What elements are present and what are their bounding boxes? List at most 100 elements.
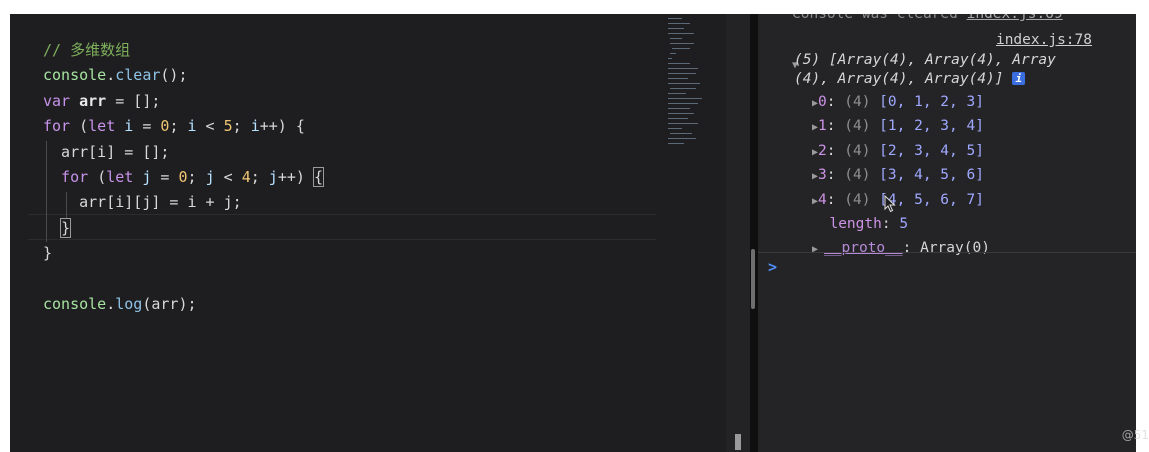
code-token: ++) { bbox=[259, 117, 305, 136]
minimap-line bbox=[668, 113, 694, 114]
entry-count: (4) bbox=[844, 94, 871, 110]
minimap-line bbox=[668, 143, 684, 144]
code-token: ( bbox=[79, 117, 89, 136]
code-token: ++) bbox=[277, 167, 314, 186]
code-line[interactable]: for (let i = 0; i < 5; i++) { bbox=[43, 114, 323, 139]
minimap-line bbox=[668, 108, 690, 109]
code-line[interactable]: console.clear(); bbox=[43, 63, 323, 88]
code-token: < bbox=[214, 167, 242, 186]
proto-value: Array(0) bbox=[920, 240, 990, 257]
code-token: console bbox=[43, 66, 107, 85]
entry-index: 1 bbox=[818, 118, 827, 135]
code-line[interactable] bbox=[43, 267, 323, 292]
minimap-line bbox=[668, 58, 672, 59]
array-entry[interactable]: ▶1: (4) [1, 2, 3, 4] bbox=[812, 114, 990, 138]
code-token: 5 bbox=[223, 117, 233, 136]
minimap-line bbox=[668, 78, 688, 79]
code-line[interactable]: console.log(arr); bbox=[43, 292, 323, 317]
entry-spacer bbox=[870, 94, 879, 110]
code-token: i bbox=[124, 117, 134, 136]
code-token: . bbox=[106, 66, 116, 85]
code-token: log bbox=[115, 294, 143, 313]
code-line[interactable]: } bbox=[43, 216, 323, 241]
code-token: arr[i] = []; bbox=[43, 142, 170, 161]
devtools-console[interactable]: Console was cleared index.js:69 index.js… bbox=[758, 14, 1136, 452]
code-token: let bbox=[106, 167, 143, 186]
code-token: 4 bbox=[241, 167, 251, 186]
code-token: // 多维数组 bbox=[43, 41, 131, 59]
console-prompt-icon[interactable]: > bbox=[768, 258, 777, 276]
code-token: } bbox=[43, 244, 53, 263]
array-proto[interactable]: ▶ __proto__: Array(0) bbox=[812, 236, 990, 260]
cleared-text: Console was cleared bbox=[792, 14, 958, 22]
minimap-line bbox=[668, 63, 690, 64]
code-token: j bbox=[205, 167, 215, 186]
array-entry[interactable]: ▶0: (4) [0, 1, 2, 3] bbox=[812, 90, 990, 114]
info-icon[interactable]: i bbox=[1012, 72, 1026, 85]
minimap-line bbox=[670, 133, 692, 134]
array-summary[interactable]: (5) [Array(4), Array(4), Array (4), Arra… bbox=[794, 51, 1056, 89]
code-token: (arr); bbox=[142, 294, 197, 313]
code-token: (); bbox=[160, 66, 188, 85]
array-entry[interactable]: ▶4: (4) [4, 5, 6, 7] bbox=[812, 188, 990, 212]
code-line[interactable]: arr[i][j] = i + j; bbox=[43, 190, 323, 215]
code-token: = []; bbox=[106, 91, 161, 110]
minimap-line bbox=[668, 123, 698, 124]
minimap-line bbox=[668, 138, 696, 139]
minimap-line bbox=[668, 98, 702, 99]
minimap-line bbox=[670, 53, 676, 54]
expand-arrow-icon[interactable]: ▶ bbox=[812, 244, 824, 255]
panel-divider[interactable] bbox=[750, 14, 758, 452]
minimap-line bbox=[668, 33, 694, 34]
code-line[interactable]: } bbox=[43, 241, 323, 266]
code-token: = bbox=[151, 167, 179, 186]
code-token: let bbox=[88, 117, 125, 136]
minimap-line bbox=[668, 28, 684, 29]
code-token: ; bbox=[250, 167, 269, 186]
minimap[interactable] bbox=[656, 14, 726, 452]
entry-spacer bbox=[870, 143, 879, 159]
entry-values: [1, 2, 3, 4] bbox=[879, 118, 984, 135]
code-token: { bbox=[312, 166, 324, 187]
minimap-line bbox=[668, 18, 682, 19]
minimap-line bbox=[670, 38, 682, 39]
minimap-line bbox=[668, 118, 688, 119]
array-summary-line: (4), Array(4), Array(4)] bbox=[794, 71, 1004, 87]
entry-index: 4 bbox=[818, 191, 827, 208]
minimap-line bbox=[670, 43, 694, 44]
minimap-line bbox=[668, 73, 696, 74]
panel-resize-grip[interactable] bbox=[751, 249, 755, 309]
entry-index: 0 bbox=[818, 94, 827, 110]
code-line[interactable]: arr[i] = []; bbox=[43, 140, 323, 165]
minimap-line bbox=[668, 93, 686, 94]
code-token: ; bbox=[232, 117, 251, 136]
code-line[interactable]: // 多维数组 bbox=[43, 38, 323, 63]
length-colon: : bbox=[881, 215, 900, 232]
editor-scrollbar[interactable] bbox=[726, 14, 750, 452]
code-line[interactable]: for (let j = 0; j < 4; j++) { bbox=[43, 165, 324, 190]
code-token: arr[i][j] = i + j; bbox=[43, 193, 242, 212]
proto-colon: : bbox=[902, 240, 921, 257]
entry-spacer bbox=[870, 167, 879, 183]
array-length: length: 5 bbox=[812, 212, 990, 236]
array-summary-line: (5) [Array(4), Array(4), Array bbox=[794, 52, 1056, 68]
cleared-source-link[interactable]: index.js:69 bbox=[967, 14, 1063, 22]
code-token: ; bbox=[169, 117, 188, 136]
entry-values: [0, 1, 2, 3] bbox=[879, 94, 984, 110]
entry-count: (4) bbox=[844, 142, 871, 159]
code-token: i bbox=[250, 117, 260, 136]
console-cleared-message: Console was cleared index.js:69 bbox=[792, 14, 1063, 22]
code-line[interactable]: var arr = []; bbox=[43, 89, 323, 114]
code-editor[interactable]: // 多维数组 console.clear(); var arr = []; for … bbox=[10, 14, 656, 452]
array-entry[interactable]: ▶3: (4) [3, 4, 5, 6] bbox=[812, 163, 990, 187]
code-token: j bbox=[268, 167, 278, 186]
entry-colon: : bbox=[826, 142, 845, 159]
scrollbar-handle[interactable] bbox=[735, 434, 741, 450]
code-token: . bbox=[106, 294, 116, 313]
array-entry[interactable]: ▶2: (4) [2, 3, 4, 5] bbox=[812, 139, 990, 163]
code-lines[interactable]: // 多维数组 console.clear(); var arr = []; for … bbox=[43, 38, 324, 317]
log-source-link[interactable]: index.js:78 bbox=[996, 32, 1092, 48]
code-token: clear bbox=[115, 66, 161, 85]
code-token: = bbox=[133, 117, 161, 136]
